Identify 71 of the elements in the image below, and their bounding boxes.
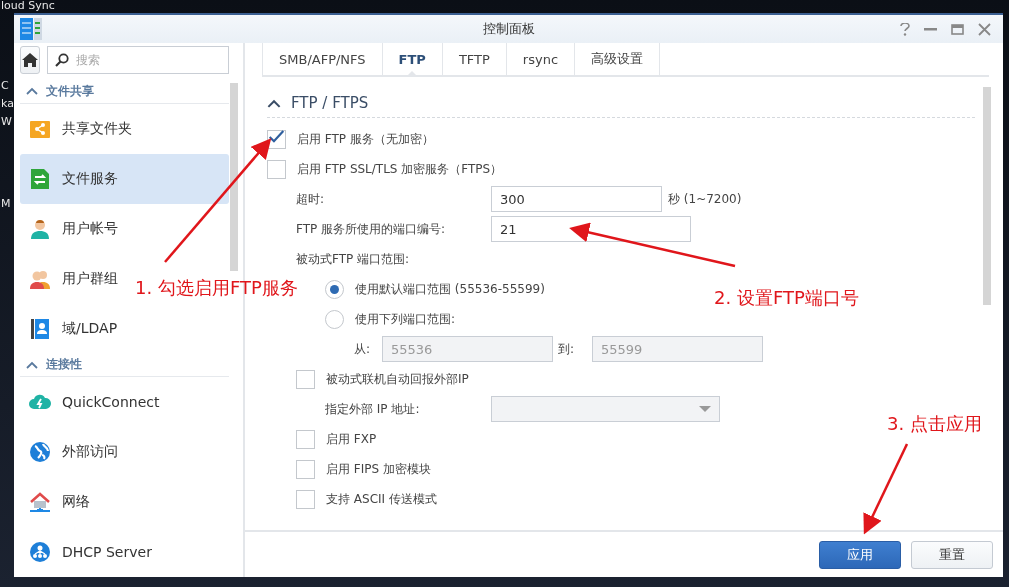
checkbox-label: 支持 ASCII 传送模式 [326, 490, 437, 508]
sidebar-item[interactable]: 外部访问 [20, 427, 126, 477]
section-title: FTP / FTPS [291, 94, 369, 112]
desktop-text: M [1, 198, 11, 210]
annotation-text: 2. 设置FTP端口号 [714, 286, 859, 310]
sidebar-item[interactable]: 文件服务 [20, 153, 229, 204]
checkbox-label: 启用 FTP 服务（无加密） [297, 130, 434, 148]
field-label: FTP 服务所使用的端口编号: [296, 220, 447, 238]
sidebar-item[interactable]: QuickConnect [20, 377, 168, 427]
sidebar-item[interactable]: 域/LDAP [20, 303, 126, 354]
minimize-icon[interactable] [924, 27, 937, 31]
maximize-icon[interactable] [951, 23, 964, 35]
control-panel-icon [20, 18, 42, 40]
network-nodes-icon [28, 540, 52, 564]
search-field[interactable]: 搜索 [47, 46, 229, 74]
scrollbar[interactable] [230, 83, 238, 271]
checkbox-label: 被动式联机自动回报外部IP [326, 370, 469, 388]
globe-icon [28, 440, 52, 464]
group-label: 被动式FTP 端口范围: [296, 250, 410, 268]
collapse-icon[interactable] [267, 98, 281, 108]
checkbox[interactable] [267, 129, 286, 149]
tab[interactable]: rsync [505, 43, 575, 75]
field-label: 到: [558, 340, 576, 358]
help-icon[interactable] [900, 22, 910, 36]
checkbox[interactable] [296, 369, 315, 389]
desktop-text: loud Sync [1, 0, 55, 12]
checkbox-label: 启用 FXP [326, 430, 377, 448]
sidebar-item[interactable]: 用户群组 [20, 253, 126, 304]
sidebar-item[interactable]: 网络 [20, 477, 98, 527]
house-network-icon [28, 490, 52, 514]
caret-icon [699, 406, 711, 412]
checkbox-label: 启用 FIPS 加密模块 [326, 460, 431, 478]
desktop-text: C [1, 80, 9, 92]
desktop-text: ka [1, 98, 14, 110]
radio-button[interactable] [325, 279, 344, 299]
checkbox-label: 启用 FTP SSL/TLS 加密服务（FTPS） [297, 160, 503, 178]
field-label: 指定外部 IP 地址: [325, 400, 421, 418]
reset-button[interactable]: 重置 [911, 540, 993, 569]
close-icon[interactable] [978, 22, 991, 36]
apply-button[interactable]: 应用 [819, 540, 901, 569]
field-label: 超时: [296, 190, 326, 208]
checkbox[interactable] [296, 429, 315, 449]
id-card-icon [28, 316, 52, 341]
tab[interactable]: SMB/AFP/NFS [262, 43, 382, 75]
tab[interactable]: TFTP [441, 43, 506, 75]
checkbox[interactable] [267, 159, 286, 179]
search-icon [55, 53, 69, 67]
tab[interactable]: 高级设置 [574, 43, 661, 75]
file-arrows-icon [28, 166, 52, 191]
input-field[interactable]: 21 [491, 216, 691, 242]
section-header[interactable]: 连接性 [20, 353, 229, 377]
section-header[interactable]: 文件共享 [20, 80, 229, 104]
home-icon [21, 52, 39, 68]
window-title: 控制面板 [481, 20, 536, 38]
desktop-text: W [1, 116, 12, 128]
sidebar-item[interactable]: 共享文件夹 [20, 103, 140, 154]
field-label: 从: [354, 340, 372, 358]
home-button[interactable] [20, 46, 40, 74]
radio-button[interactable] [325, 309, 344, 329]
sidebar-item[interactable]: 用户帐号 [20, 203, 126, 254]
checkbox[interactable] [296, 489, 315, 509]
annotation-text: 1. 勾选启用FTP服务 [135, 276, 298, 300]
tab[interactable]: FTP [381, 43, 442, 75]
scrollbar[interactable] [983, 87, 991, 305]
radio-label: 使用默认端口范围 (55536-55599) [355, 280, 545, 298]
unit-text: 秒 (1~7200) [668, 190, 742, 208]
sidebar-item[interactable]: DHCP Server [20, 527, 160, 577]
checkbox[interactable] [296, 459, 315, 479]
input-field[interactable]: 300 [491, 186, 662, 212]
annotation-text: 3. 点击应用 [887, 412, 982, 436]
radio-label: 使用下列端口范围: [355, 310, 456, 328]
